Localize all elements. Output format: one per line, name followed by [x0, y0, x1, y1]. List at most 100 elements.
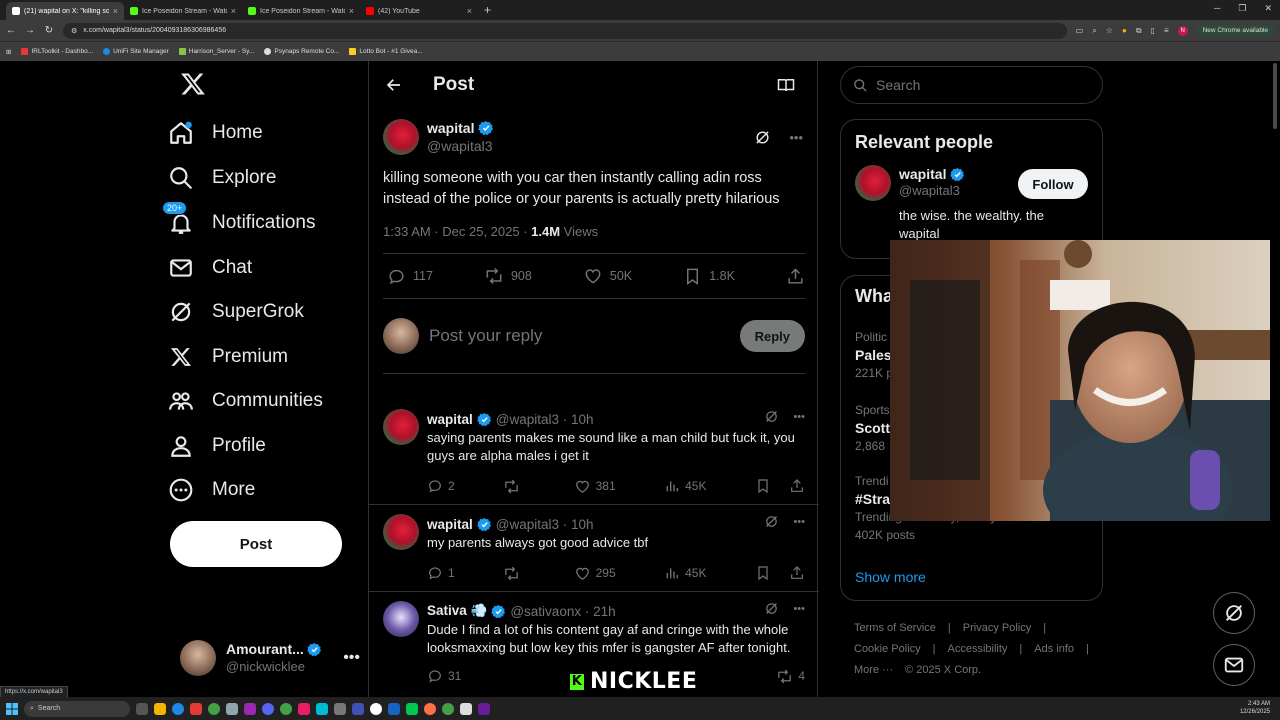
app-icon[interactable] — [406, 702, 418, 715]
reply-action[interactable]: 117 — [387, 267, 433, 286]
reply-post[interactable]: wapital @wapital3 · 10h ••• my parents a… — [369, 506, 819, 592]
app-icon[interactable] — [334, 702, 346, 715]
more-link[interactable]: More ··· — [854, 664, 893, 676]
bookmark-item[interactable]: Harrison_Server - Sy... — [178, 48, 254, 55]
reply-button[interactable]: Reply — [739, 320, 805, 352]
author-name[interactable]: wapital — [427, 412, 473, 427]
profile-avatar[interactable]: N — [1177, 25, 1188, 36]
avatar[interactable] — [855, 165, 891, 201]
bookmark-item[interactable]: Psynaps Remote Co... — [264, 48, 339, 55]
close-tab-icon[interactable]: × — [231, 6, 236, 16]
like-action[interactable]: 295 — [574, 565, 616, 582]
app-icon[interactable] — [226, 702, 238, 715]
more-dots-icon[interactable]: ••• — [789, 130, 803, 145]
chrome-icon[interactable] — [280, 702, 292, 715]
like-action[interactable]: 381 — [574, 478, 616, 495]
bookmark-item[interactable]: Lotto Bot - #1 Givea... — [349, 48, 423, 55]
browser-tab[interactable]: (21) wapital on X: "killing some× — [6, 2, 124, 20]
privacy-link[interactable]: Privacy Policy — [963, 622, 1031, 634]
nav-supergrok[interactable]: SuperGrok — [168, 290, 304, 334]
nav-notifications[interactable]: 20+ Notifications — [162, 201, 316, 245]
terms-link[interactable]: Terms of Service — [854, 622, 936, 634]
nav-more[interactable]: More — [168, 468, 255, 512]
x-logo-icon[interactable] — [180, 71, 206, 97]
search-input[interactable]: Search — [840, 66, 1103, 104]
app-icon[interactable] — [316, 702, 328, 715]
author-handle[interactable]: @wapital3 — [427, 137, 746, 155]
media-icon[interactable]: ≡ — [1164, 26, 1169, 35]
reply-post[interactable]: wapital @wapital3 · 10h ••• saying paren… — [369, 401, 819, 505]
cookie-link[interactable]: Cookie Policy — [854, 643, 921, 655]
minimize-icon[interactable]: ─ — [1214, 3, 1220, 14]
restore-icon[interactable]: ❐ — [1238, 3, 1246, 14]
avatar[interactable] — [383, 601, 419, 637]
windows-start-icon[interactable] — [6, 702, 18, 715]
more-dots-icon[interactable]: ••• — [793, 411, 805, 423]
app-icon[interactable] — [460, 702, 472, 715]
nav-profile[interactable]: Profile — [168, 424, 266, 468]
bookmark-action[interactable]: 1.8K — [683, 267, 735, 286]
bookmark-star-icon[interactable]: ☆ — [1106, 26, 1113, 35]
trend-item[interactable]: Politic Pales 221K p — [855, 328, 893, 382]
sidepanel-icon[interactable]: ▯ — [1151, 26, 1155, 35]
bookmark-item[interactable]: UniFi Site Manager — [103, 48, 169, 55]
update-chip[interactable]: New Chrome available — [1196, 25, 1274, 36]
views-action[interactable]: 45K — [664, 565, 706, 581]
post-timestamp[interactable]: 1:33 AM · Dec 25, 2025 · — [383, 224, 531, 239]
show-more-link[interactable]: Show more — [855, 569, 926, 585]
share-action[interactable] — [786, 267, 805, 286]
close-tab-icon[interactable]: × — [349, 6, 354, 16]
avatar[interactable] — [383, 514, 419, 550]
back-arrow-icon[interactable] — [385, 76, 403, 94]
grok-icon[interactable] — [764, 514, 779, 529]
like-action[interactable]: 50K — [583, 266, 632, 286]
browser-tab[interactable]: Ice Poseidon Stream - Watch Li× — [124, 2, 242, 20]
relevant-person[interactable]: wapital @wapital3 Follow — [841, 165, 1102, 201]
ads-info-link[interactable]: Ads info — [1034, 643, 1074, 655]
repost-action[interactable]: 908 — [484, 266, 532, 286]
author-name[interactable]: wapital — [427, 517, 473, 532]
page-scrollbar[interactable] — [1270, 61, 1280, 697]
author-handle[interactable]: @wapital3 · 10h — [496, 412, 594, 427]
cast-icon[interactable]: ▭ — [1076, 26, 1084, 35]
app-icon[interactable] — [352, 702, 364, 715]
reader-mode-icon[interactable] — [777, 76, 795, 94]
author-handle[interactable]: @wapital3 · 10h — [496, 517, 594, 532]
views-action[interactable]: 45K — [664, 478, 706, 494]
new-tab-button[interactable]: + — [484, 3, 491, 17]
bookmark-icon[interactable] — [755, 565, 771, 581]
grok-icon[interactable] — [764, 601, 779, 616]
more-dots-icon[interactable]: ••• — [793, 603, 805, 615]
nav-premium[interactable]: Premium — [168, 335, 288, 379]
back-icon[interactable]: ← — [6, 25, 16, 36]
zoom-icon[interactable]: ⌕ — [1092, 26, 1096, 36]
app-icon[interactable] — [190, 702, 202, 715]
chrome-icon[interactable] — [208, 702, 220, 715]
share-icon[interactable] — [789, 478, 805, 494]
close-window-icon[interactable]: ✕ — [1264, 3, 1272, 14]
account-switcher[interactable]: Amourant... @nickwicklee ••• — [180, 636, 360, 680]
scrollbar-thumb[interactable] — [1273, 63, 1277, 129]
address-bar[interactable]: ⚙ x.com/wapital3/status/2004093186306986… — [63, 22, 1067, 39]
app-icon[interactable] — [424, 702, 436, 715]
trend-item[interactable]: Sports Scott 2,868 — [855, 401, 890, 455]
post-button[interactable]: Post — [170, 521, 342, 567]
app-icon[interactable] — [478, 702, 490, 715]
author-handle[interactable]: @wapital3 — [899, 183, 965, 200]
nav-explore[interactable]: Explore — [168, 156, 276, 200]
apps-grid-icon[interactable]: ⊞ — [6, 48, 11, 56]
author-name[interactable]: wapital — [427, 119, 746, 137]
extensions-puzzle-icon[interactable]: ⧉ — [1136, 26, 1142, 36]
accessibility-link[interactable]: Accessibility — [948, 643, 1008, 655]
close-tab-icon[interactable]: × — [113, 6, 118, 16]
close-tab-icon[interactable]: × — [467, 6, 472, 16]
edge-icon[interactable] — [172, 702, 184, 715]
reply-input[interactable]: Post your reply — [429, 326, 730, 346]
browser-tab[interactable]: (42) YouTube × — [360, 2, 478, 20]
avatar[interactable] — [383, 409, 419, 445]
site-info-icon[interactable]: ⚙ — [71, 27, 77, 35]
app-icon[interactable] — [298, 702, 310, 715]
app-icon[interactable] — [244, 702, 256, 715]
forward-icon[interactable]: → — [25, 25, 35, 36]
grok-icon[interactable] — [754, 129, 771, 146]
